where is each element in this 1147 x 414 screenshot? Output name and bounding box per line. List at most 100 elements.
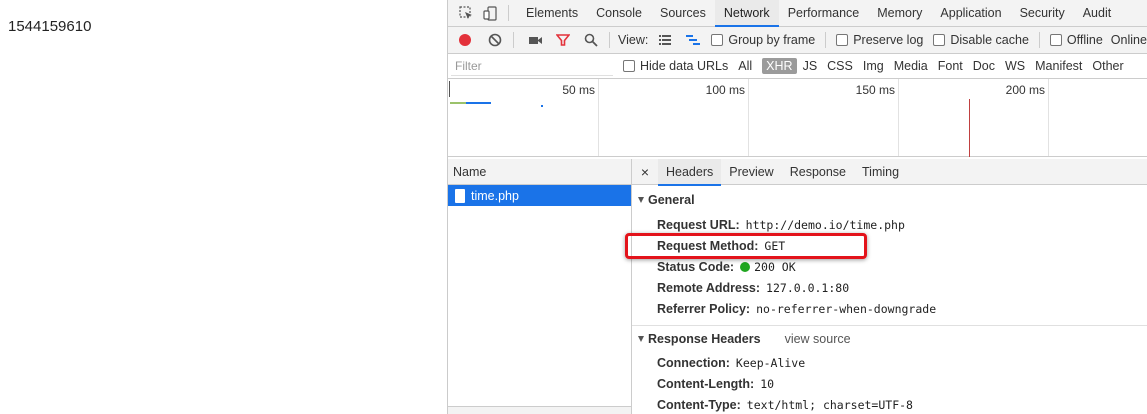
header-value: http://demo.io/time.php [745,217,905,232]
tab-response[interactable]: Response [782,159,854,185]
timeline-tick-label: 200 ms [1005,83,1045,97]
tab-network[interactable]: Network [714,0,779,27]
checkbox-box[interactable] [1049,34,1062,46]
general-section-toggle[interactable]: General [632,186,1147,214]
header-row-request-url: Request URL: http://demo.io/time.php [632,214,1147,235]
checkbox-box[interactable] [623,60,635,72]
divider [825,32,827,48]
filter-type-font[interactable]: Font [934,58,967,74]
hide-data-urls-checkbox[interactable]: Hide data URLs [623,59,728,73]
checkbox-box[interactable] [711,34,724,46]
tab-audits[interactable]: Audit [1074,0,1121,26]
tab-sources[interactable]: Sources [651,0,715,26]
group-by-frame-checkbox[interactable]: Group by frame [711,33,815,47]
waterfall-overview-icon[interactable] [685,32,701,48]
timeline-gridline [748,79,749,156]
header-row-content-type: Content-Type: text/html; charset=UTF-8 [632,394,1147,414]
filter-type-ws[interactable]: WS [1001,58,1029,74]
timeline-gridline [1048,79,1049,156]
tab-console[interactable]: Console [587,0,651,26]
expand-triangle-icon [638,336,644,342]
devtools-tabbar: Elements Console Sources Network Perform… [448,0,1147,27]
timeline-tick-label: 50 ms [562,83,595,97]
network-content: Name time.php × Headers Preview Response… [448,159,1147,414]
tab-elements[interactable]: Elements [517,0,587,26]
document-icon [455,188,465,203]
tab-memory[interactable]: Memory [868,0,931,26]
header-value: text/html; charset=UTF-8 [746,397,913,412]
checkbox-box[interactable] [836,34,849,46]
header-key: Status Code: [657,259,735,274]
header-key: Remote Address: [657,280,761,295]
filter-icon[interactable] [555,32,571,48]
tab-timing[interactable]: Timing [854,159,907,185]
filter-type-xhr[interactable]: XHR [762,58,797,74]
view-source-link[interactable]: view source [785,332,851,346]
timeline-tick-label: 100 ms [705,83,745,97]
timeline-request-dot [541,105,543,107]
timeline-tick-label: 150 ms [855,83,895,97]
request-name: time.php [471,188,519,203]
filter-type-manifest[interactable]: Manifest [1031,58,1086,74]
tab-preview[interactable]: Preview [721,159,781,185]
filter-type-css[interactable]: CSS [823,58,857,74]
capture-screenshots-icon[interactable] [527,32,543,48]
response-headers-title: Response Headers [648,332,761,346]
preserve-log-checkbox[interactable]: Preserve log [836,33,923,47]
filter-type-media[interactable]: Media [890,58,932,74]
status-code-value: 200 OK [754,259,796,274]
load-event-marker [969,99,970,157]
page-timestamp-text: 1544159610 [8,18,92,35]
tab-performance[interactable]: Performance [779,0,869,26]
header-key: Content-Length: [657,376,755,391]
name-column-header[interactable]: Name [448,159,631,185]
close-icon[interactable]: × [632,164,658,180]
disable-cache-checkbox[interactable]: Disable cache [933,33,1029,47]
offline-checkbox[interactable]: Offline [1049,33,1103,47]
clear-icon[interactable] [487,32,503,48]
filter-type-all[interactable]: All [734,58,756,74]
network-toolbar: View: Group by frame Preserve log Disabl… [448,27,1147,54]
timeline-gridline [898,79,899,156]
request-method-highlight [625,233,867,259]
filter-bar: Hide data URLs All XHR JS CSS Img Media … [448,54,1147,79]
tab-application[interactable]: Application [931,0,1010,26]
filter-type-js[interactable]: JS [799,58,822,74]
detail-tabbar: × Headers Preview Response Timing [632,159,1147,186]
timeline-overview[interactable]: 50 ms 100 ms 150 ms 200 ms [448,79,1147,157]
expand-triangle-icon [638,197,644,203]
filter-type-other[interactable]: Other [1088,58,1127,74]
tab-headers[interactable]: Headers [658,159,722,186]
header-row-connection: Connection: Keep-Alive [632,352,1147,373]
header-row-remote-address: Remote Address: 127.0.0.1:80 [632,277,1147,298]
request-list-panel: Name time.php [448,159,632,414]
search-icon[interactable] [583,32,599,48]
filter-type-doc[interactable]: Doc [969,58,999,74]
inspect-element-icon[interactable] [458,5,474,21]
status-ok-icon [740,261,751,272]
header-key: Referrer Policy: [657,301,751,316]
large-rows-icon[interactable] [657,32,673,48]
header-value: no-referrer-when-downgrade [756,301,937,316]
disable-cache-label: Disable cache [950,33,1029,47]
device-toolbar-icon[interactable] [482,5,498,21]
view-label: View: [618,33,649,47]
header-key: Request URL: [657,217,740,232]
general-section-title: General [648,193,695,207]
group-by-frame-label: Group by frame [728,33,816,47]
checkbox-box[interactable] [933,34,946,46]
tab-security[interactable]: Security [1011,0,1074,26]
filter-type-img[interactable]: Img [859,58,888,74]
request-row[interactable]: time.php [448,185,631,206]
timeline-request-bar [466,102,491,104]
divider [1038,32,1040,48]
request-detail-panel: × Headers Preview Response Timing Genera… [632,159,1147,414]
response-headers-section-toggle[interactable]: Response Headers view source [632,326,1147,352]
header-value-status: 200 OK [740,260,796,274]
header-key: Content-Type: [657,397,741,412]
throttling-select[interactable]: Online [1111,33,1147,47]
record-icon[interactable] [457,32,473,48]
header-row-content-length: Content-Length: 10 [632,373,1147,394]
filter-input[interactable] [451,56,613,76]
header-row-status-code: Status Code: 200 OK [632,256,1147,277]
